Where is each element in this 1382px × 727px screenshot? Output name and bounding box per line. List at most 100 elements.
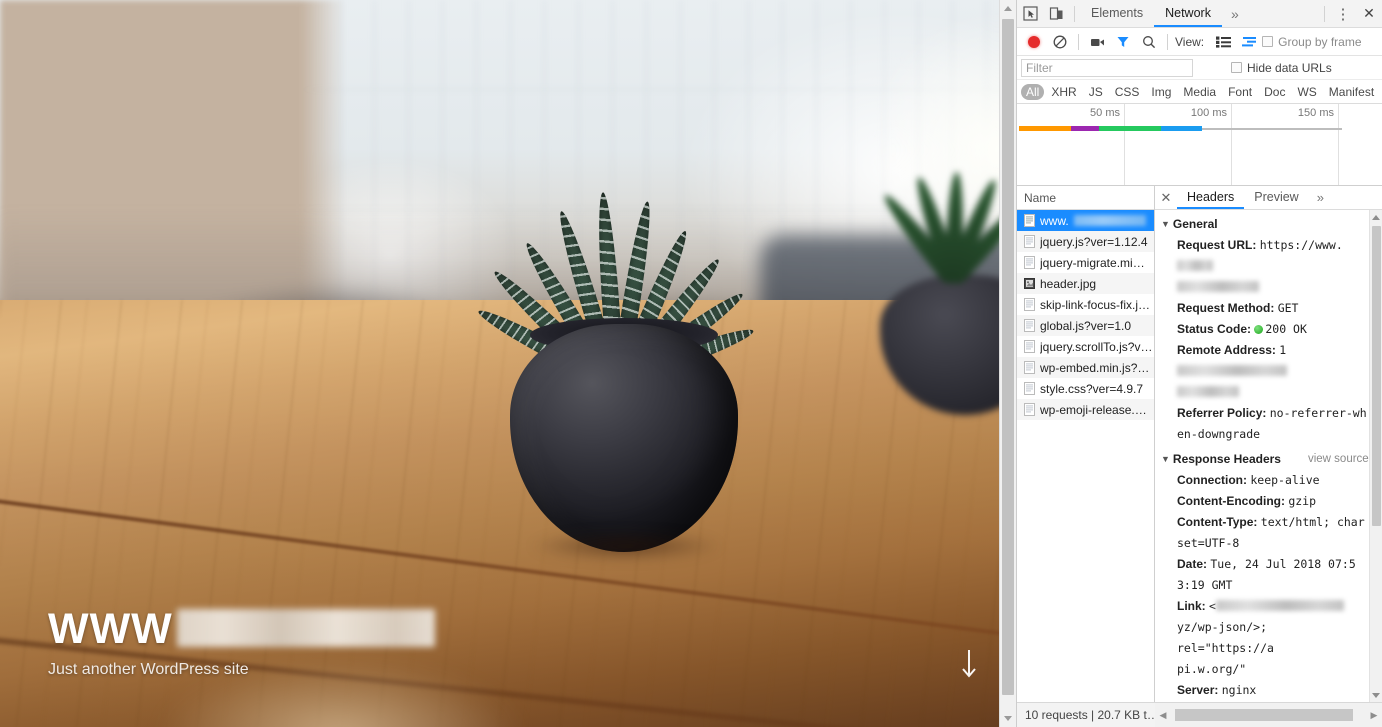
record-button[interactable] (1021, 29, 1047, 55)
remote-address-row: Remote Address: 1 (1155, 340, 1369, 382)
collapse-caret-icon[interactable]: ▼ (1161, 214, 1170, 235)
type-filter-js[interactable]: JS (1084, 84, 1108, 100)
tab-elements[interactable]: Elements (1080, 0, 1154, 27)
close-devtools-icon[interactable]: ✕ (1356, 1, 1382, 27)
tab-network[interactable]: Network (1154, 0, 1222, 27)
request-row[interactable]: wp-embed.min.js?… (1017, 357, 1154, 378)
detail-scroll-down-icon[interactable] (1370, 688, 1382, 702)
collapse-caret-icon-2[interactable]: ▼ (1161, 449, 1170, 470)
request-row[interactable]: jquery.js?ver=1.12.4 (1017, 231, 1154, 252)
request-url-key: Request URL: (1177, 238, 1257, 252)
request-summary: 10 requests | 20.7 KB t… (1025, 708, 1155, 722)
scrollbar-up-arrow-icon[interactable] (1000, 0, 1016, 17)
filter-bar: Hide data URLs (1017, 56, 1382, 80)
document-icon (1024, 382, 1035, 395)
type-filter-media[interactable]: Media (1178, 84, 1221, 100)
more-tabs-icon[interactable]: » (1222, 6, 1248, 22)
document-icon (1024, 340, 1035, 353)
remote-address-key: Remote Address: (1177, 343, 1276, 357)
tab-preview[interactable]: Preview (1244, 186, 1308, 209)
scrollbar-down-arrow-icon[interactable] (1000, 710, 1016, 727)
request-row[interactable]: jquery.scrollTo.js?v… (1017, 336, 1154, 357)
tab-headers[interactable]: Headers (1177, 186, 1245, 209)
list-view-icon[interactable] (1210, 29, 1236, 55)
detail-scroll-up-icon[interactable] (1370, 210, 1382, 224)
horizontal-scrollbar[interactable]: ◀ ▶ (1155, 702, 1382, 727)
type-filter-css[interactable]: CSS (1110, 84, 1145, 100)
request-name: skip-link-focus-fix.j… (1040, 297, 1151, 312)
column-header-name[interactable]: Name (1017, 186, 1154, 210)
timeline-tick-50ms: 50 ms (1090, 107, 1120, 119)
header-value: 3:19 GMT (1177, 578, 1233, 592)
more-detail-tabs-icon[interactable]: » (1309, 190, 1332, 205)
scroll-down-arrow-icon[interactable] (960, 648, 978, 683)
request-name: wp-emoji-release.… (1040, 402, 1147, 417)
type-filter-xhr[interactable]: XHR (1046, 84, 1081, 100)
header-value: < (1209, 599, 1216, 613)
response-header-row-wrap: yz/wp-json/>; rel="https://a (1155, 617, 1369, 659)
capture-screenshots-icon[interactable] (1084, 29, 1110, 55)
plant-pot-shadow (492, 526, 760, 566)
document-icon (1024, 361, 1035, 374)
device-toolbar-icon[interactable] (1043, 1, 1069, 27)
type-filter-font[interactable]: Font (1223, 84, 1257, 100)
type-filter-ws[interactable]: WS (1292, 84, 1321, 100)
remote-address-redacted-2 (1177, 386, 1239, 397)
request-row[interactable]: global.js?ver=1.0 (1017, 315, 1154, 336)
request-name: wp-embed.min.js?… (1040, 360, 1150, 375)
view-source-link[interactable]: view source (1308, 449, 1369, 470)
scrollbar-thumb[interactable] (1002, 19, 1014, 695)
request-row[interactable]: jquery-migrate.mi… (1017, 252, 1154, 273)
background-plant-pot (880, 275, 1016, 415)
request-name-redacted (1073, 215, 1146, 226)
detail-vertical-scrollbar[interactable] (1369, 210, 1382, 702)
site-title-text: WWW (48, 605, 173, 654)
site-tagline: Just another WordPress site (48, 661, 249, 678)
type-filter-doc[interactable]: Doc (1259, 84, 1290, 100)
type-filter-all[interactable]: All (1021, 83, 1045, 100)
hide-data-urls-checkbox[interactable] (1231, 62, 1242, 73)
scroll-right-arrow-icon[interactable]: ▶ (1366, 710, 1382, 721)
horizontal-scrollbar-track[interactable] (1171, 703, 1366, 727)
response-headers-title: Response Headers (1172, 452, 1281, 466)
header-value: pi.w.org/" (1177, 662, 1247, 676)
devtools-menu-icon[interactable]: ⋮ (1330, 1, 1356, 27)
request-row[interactable]: style.css?ver=4.9.7 (1017, 378, 1154, 399)
foreground-potted-plant (452, 112, 792, 602)
request-row-selected[interactable]: www. (1017, 210, 1154, 231)
response-header-row-wrap: pi.w.org/" (1155, 659, 1369, 680)
group-by-frame-checkbox[interactable] (1262, 36, 1274, 47)
toolbar-divider (1074, 5, 1075, 22)
request-row[interactable]: header.jpg (1017, 273, 1154, 294)
header-key: Link: (1177, 599, 1206, 613)
general-section-header[interactable]: ▼ General (1155, 214, 1369, 235)
timeline-segment-green (1099, 126, 1161, 131)
request-row[interactable]: skip-link-focus-fix.j… (1017, 294, 1154, 315)
response-header-row: Server: nginx (1155, 680, 1369, 701)
type-filter-manifest[interactable]: Manifest (1324, 84, 1379, 100)
detail-tab-strip: ✕ Headers Preview » (1155, 186, 1382, 210)
detail-scrollbar-thumb[interactable] (1372, 226, 1381, 526)
toolbar-divider-right (1324, 5, 1325, 22)
horizontal-scrollbar-thumb[interactable] (1175, 708, 1353, 721)
search-icon[interactable] (1136, 29, 1162, 55)
inspect-element-icon[interactable] (1017, 1, 1043, 27)
referrer-policy-row: Referrer Policy: no-referrer-wh (1155, 403, 1369, 424)
filter-input[interactable] (1021, 58, 1193, 77)
header-value: yz/wp-json/>; rel="https://a (1177, 620, 1274, 655)
network-status-bar: 10 requests | 20.7 KB t… ◀ ▶ (1017, 702, 1382, 727)
page-vertical-scrollbar[interactable] (999, 0, 1016, 727)
filter-icon[interactable] (1110, 29, 1136, 55)
clear-button[interactable] (1047, 29, 1073, 55)
response-headers-section-header[interactable]: ▼ Response Headers view source (1155, 449, 1369, 470)
close-detail-icon[interactable]: ✕ (1155, 190, 1177, 206)
group-by-frame-label: Group by frame (1278, 34, 1362, 49)
waterfall-view-icon[interactable] (1236, 29, 1262, 55)
toolbar-divider-3 (1167, 33, 1168, 50)
devtools-tab-strip: Elements Network » ⋮ ✕ (1017, 0, 1382, 28)
network-timeline-overview[interactable]: 50 ms 100 ms 150 ms (1017, 104, 1382, 186)
request-row[interactable]: wp-emoji-release.… (1017, 399, 1154, 420)
scroll-left-arrow-icon[interactable]: ◀ (1155, 710, 1171, 721)
type-filter-img[interactable]: Img (1146, 84, 1176, 100)
header-key: Date: (1177, 557, 1208, 571)
